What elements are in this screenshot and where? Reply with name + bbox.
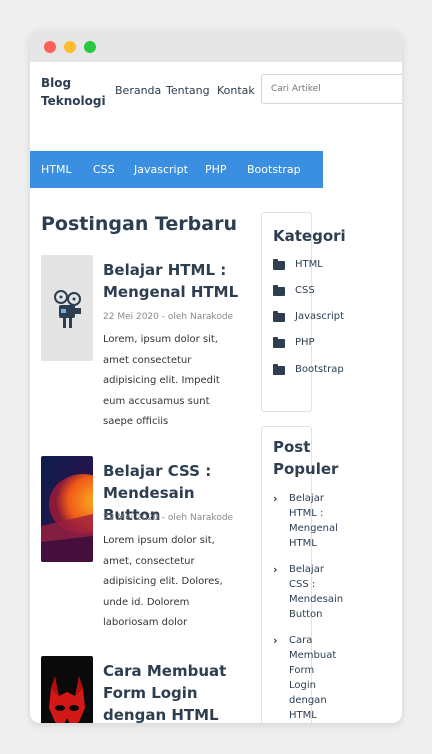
- nav-link-beranda[interactable]: Beranda: [115, 84, 161, 97]
- sidebar-category-label: Javascript: [295, 311, 344, 322]
- catbar-link-javascript[interactable]: Javascript: [134, 163, 188, 176]
- post-meta: 22 Mei 2020 - oleh Narakode: [103, 312, 234, 322]
- post-card: Belajar HTML : Mengenal HTML 22 Mei 2020…: [41, 255, 241, 435]
- folder-icon: [273, 364, 285, 375]
- sidebar-category-bootstrap[interactable]: Bootstrap: [273, 364, 363, 378]
- sidebar-category-label: HTML: [295, 259, 323, 270]
- nav-link-kontak[interactable]: Kontak: [217, 84, 255, 97]
- film-projector-icon: [41, 255, 93, 361]
- post-excerpt: Lorem, ipsum dolor sit, amet consectetur…: [103, 334, 220, 427]
- sidebar-popular-label: Belajar HTML : Mengenal HTML: [289, 493, 338, 549]
- sidebar-title-line2: Populer: [273, 460, 339, 478]
- sidebar-kategori: Kategori HTML CSS Javascript PHP Bootstr…: [261, 212, 346, 412]
- sidebar-category-label: PHP: [295, 337, 315, 348]
- post-thumbnail[interactable]: [41, 656, 93, 723]
- post-title[interactable]: Cara Membuat Form Login dengan HTML dan …: [103, 660, 245, 723]
- sidebar-populer: Post Populer › Belajar HTML : Mengenal H…: [261, 426, 343, 723]
- post-thumbnail[interactable]: [41, 255, 93, 361]
- chevron-right-icon: ›: [273, 492, 278, 505]
- window-titlebar: [30, 30, 402, 62]
- sidebar-popular-label: Cara Membuat Form Login dengan HTML dan …: [289, 635, 337, 721]
- sidebar-title: Post Populer: [273, 436, 338, 480]
- catbar-link-bootstrap[interactable]: Bootstrap: [247, 163, 301, 176]
- post-card: Cara Membuat Form Login dengan HTML dan …: [41, 656, 241, 723]
- sidebar-category-css[interactable]: CSS: [273, 285, 363, 299]
- post-title[interactable]: Belajar HTML : Mengenal HTML: [103, 259, 245, 303]
- sidebar-title-line1: Post: [273, 438, 311, 456]
- category-nav-bar: HTML CSS Javascript PHP Bootstrap: [30, 151, 323, 188]
- post-card: Belajar CSS : Mendesain Button 22 Mei 20…: [41, 456, 241, 636]
- red-mask-image: [41, 656, 93, 723]
- sidebar-category-label: Bootstrap: [295, 364, 344, 375]
- catbar-link-css[interactable]: CSS: [93, 163, 115, 176]
- close-window-button[interactable]: [44, 41, 56, 53]
- post-thumbnail[interactable]: [41, 456, 93, 562]
- page-viewport: Blog Teknologi Beranda Tentang Kontak HT…: [30, 62, 402, 723]
- sidebar-category-html[interactable]: HTML: [273, 259, 363, 273]
- abstract-gradient-image: [41, 456, 93, 562]
- sidebar-title: Kategori: [273, 227, 346, 245]
- folder-icon: [273, 337, 285, 348]
- minimize-window-button[interactable]: [64, 41, 76, 53]
- post-excerpt: Lorem ipsum dolor sit, amet, consectetur…: [103, 535, 223, 628]
- chevron-right-icon: ›: [273, 634, 278, 647]
- folder-icon: [273, 285, 285, 296]
- section-title: Postingan Terbaru: [41, 213, 237, 235]
- site-brand[interactable]: Blog Teknologi: [41, 74, 111, 110]
- sidebar-popular-label: Belajar CSS : Mendesain Button: [289, 564, 344, 620]
- catbar-link-php[interactable]: PHP: [205, 163, 227, 176]
- browser-window: Blog Teknologi Beranda Tentang Kontak HT…: [30, 30, 402, 723]
- nav-link-tentang[interactable]: Tentang: [166, 84, 210, 97]
- folder-icon: [273, 259, 285, 270]
- sidebar-category-php[interactable]: PHP: [273, 337, 363, 351]
- sidebar-category-javascript[interactable]: Javascript: [273, 311, 363, 325]
- catbar-link-html[interactable]: HTML: [41, 163, 72, 176]
- maximize-window-button[interactable]: [84, 41, 96, 53]
- post-meta: 22 Mei 2020 - oleh Narakode: [103, 513, 234, 523]
- search-input[interactable]: [261, 74, 402, 104]
- folder-icon: [273, 311, 285, 322]
- chevron-right-icon: ›: [273, 563, 278, 576]
- sidebar-category-label: CSS: [295, 285, 315, 296]
